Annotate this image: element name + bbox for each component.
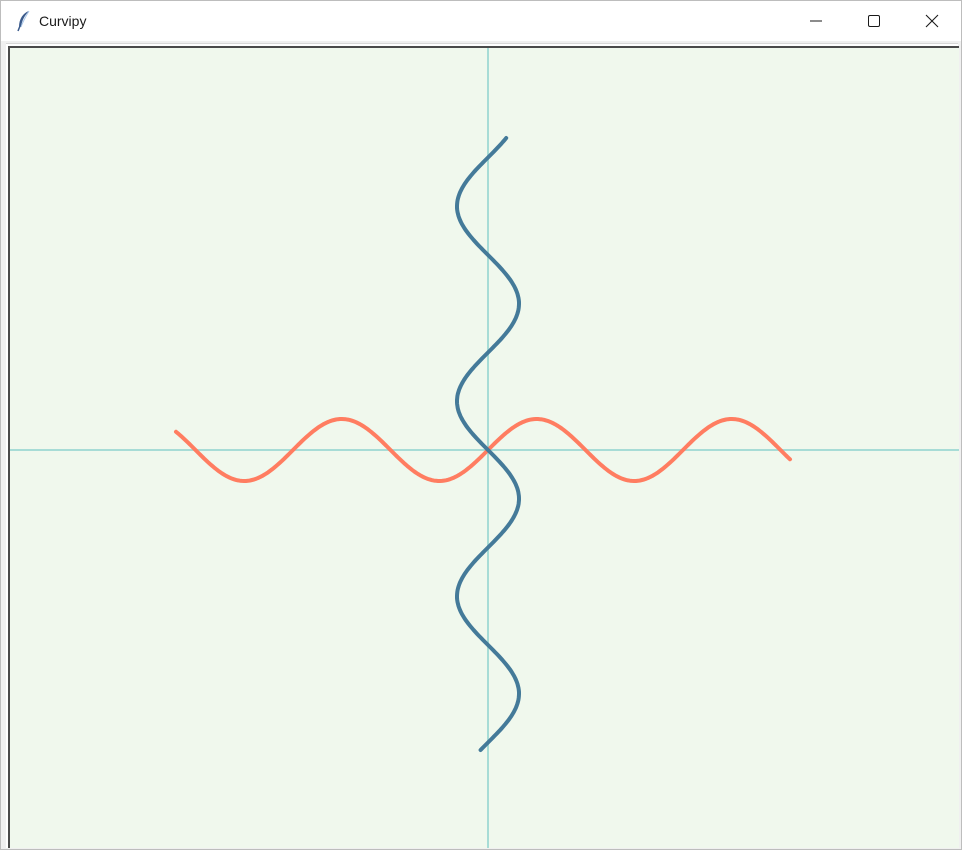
minimize-button[interactable]	[787, 1, 845, 41]
maximize-button[interactable]	[845, 1, 903, 41]
window-title: Curvipy	[39, 13, 87, 29]
maximize-icon	[868, 15, 880, 27]
feather-icon	[17, 10, 30, 32]
app-window: Curvipy	[0, 0, 962, 850]
minimize-icon	[810, 20, 822, 22]
canvas-frame	[6, 43, 959, 848]
curve-plot	[10, 48, 959, 848]
close-button[interactable]	[903, 1, 961, 41]
close-icon	[925, 14, 939, 28]
plot-canvas[interactable]	[8, 46, 959, 848]
title-bar[interactable]: Curvipy	[1, 1, 961, 41]
